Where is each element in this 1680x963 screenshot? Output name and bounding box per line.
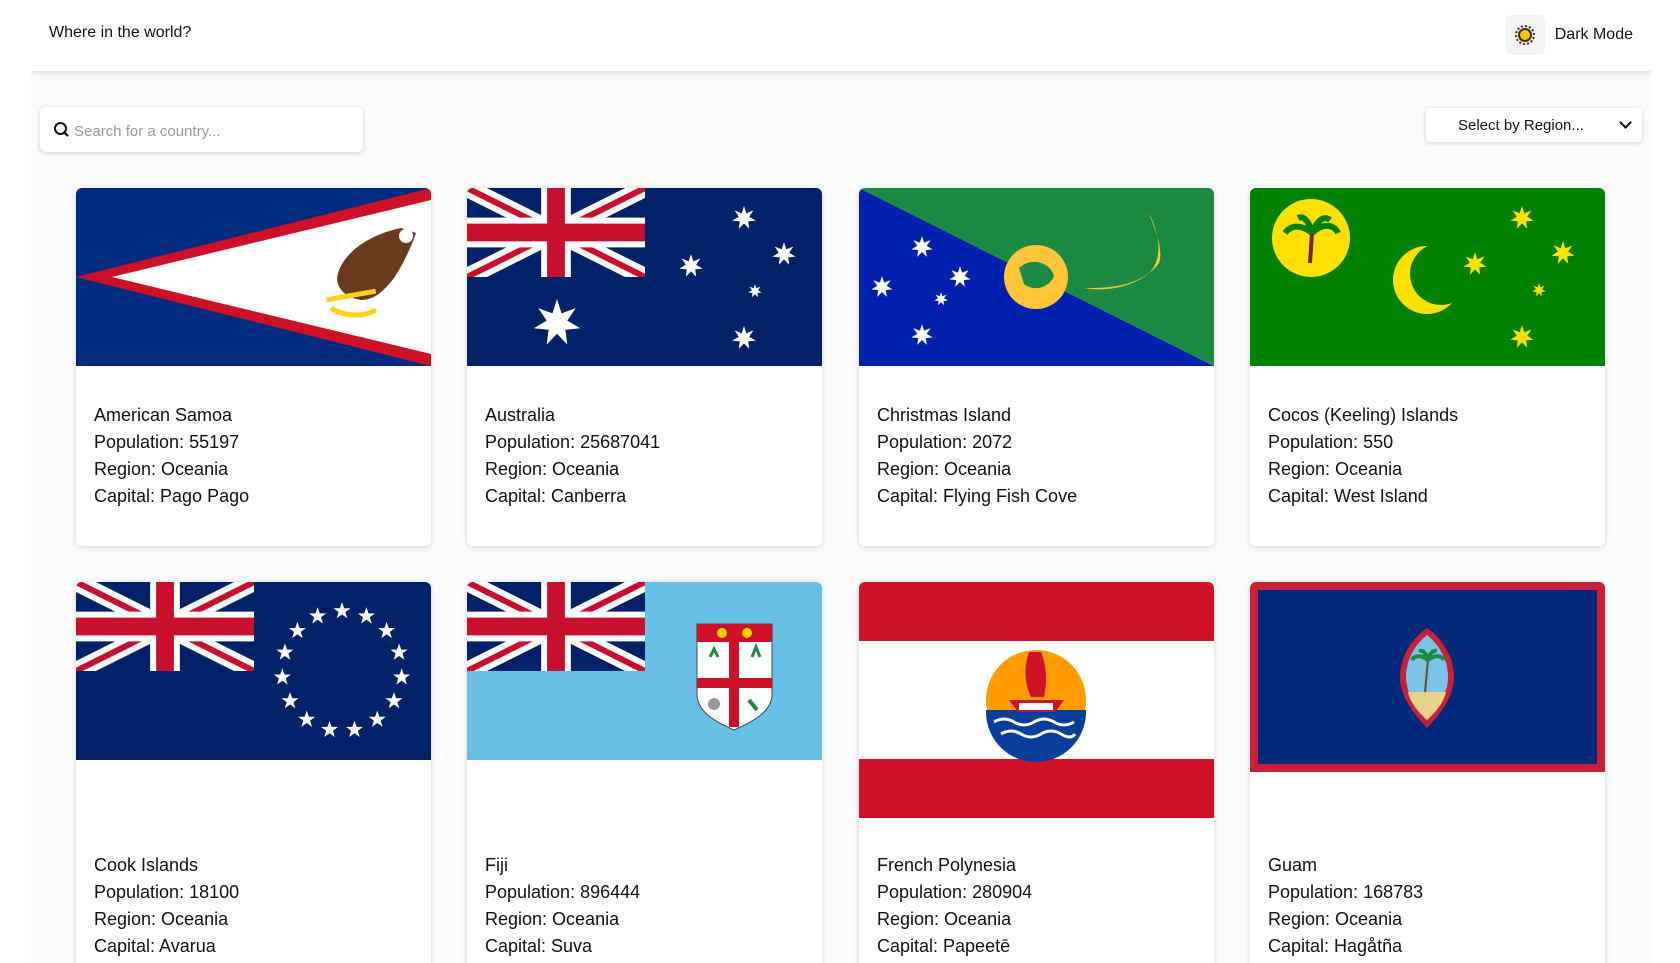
american-samoa-flag xyxy=(76,188,431,366)
country-info: Fiji Population: 896444 Region: Oceania … xyxy=(485,852,640,960)
country-region: Region: Oceania xyxy=(485,909,620,929)
country-population: Population: 2072 xyxy=(877,432,1013,452)
country-card[interactable]: Australia Population: 25687041 Region: O… xyxy=(467,188,822,546)
country-capital: Capital: Papeetē xyxy=(877,936,1011,956)
top-bar: Where in the world? Dark Mode xyxy=(31,0,1651,71)
country-info: American Samoa Population: 55197 Region:… xyxy=(94,402,249,510)
chevron-down-icon xyxy=(1619,116,1632,129)
country-card[interactable]: Fiji Population: 896444 Region: Oceania … xyxy=(467,582,822,963)
country-region: Region: Oceania xyxy=(485,459,620,479)
country-capital: Capital: Hagåtña xyxy=(1268,936,1403,956)
christmas-island-flag xyxy=(859,188,1214,366)
country-info: French Polynesia Population: 280904 Regi… xyxy=(877,852,1032,960)
country-region: Region: Oceania xyxy=(877,909,1012,929)
country-name: French Polynesia xyxy=(877,855,1017,875)
country-region: Region: Oceania xyxy=(1268,459,1403,479)
country-name: Fiji xyxy=(485,855,508,875)
country-capital: Capital: Suva xyxy=(485,936,593,956)
country-info: Cocos (Keeling) Islands Population: 550 … xyxy=(1268,402,1458,510)
search-box xyxy=(40,107,363,152)
guam-flag xyxy=(1250,582,1605,772)
country-name: Australia xyxy=(485,405,556,425)
country-info: Australia Population: 25687041 Region: O… xyxy=(485,402,660,510)
country-card[interactable]: French Polynesia Population: 280904 Regi… xyxy=(859,582,1214,963)
search-input[interactable] xyxy=(72,119,356,143)
country-name: American Samoa xyxy=(94,405,233,425)
country-info: Christmas Island Population: 2072 Region… xyxy=(877,402,1077,510)
country-capital: Capital: Avarua xyxy=(94,936,216,956)
country-region: Region: Oceania xyxy=(94,459,229,479)
dark-mode-toggle[interactable]: Dark Mode xyxy=(1504,15,1633,55)
country-info: Cook Islands Population: 18100 Region: O… xyxy=(94,852,239,960)
country-capital: Capital: West Island xyxy=(1268,486,1428,506)
country-population: Population: 168783 xyxy=(1268,882,1424,902)
country-name: Guam xyxy=(1268,855,1318,875)
fiji-flag xyxy=(467,582,822,760)
country-region: Region: Oceania xyxy=(1268,909,1403,929)
country-population: Population: 18100 xyxy=(94,882,240,902)
country-capital: Capital: Flying Fish Cove xyxy=(877,486,1078,506)
country-card[interactable]: American Samoa Population: 55197 Region:… xyxy=(76,188,431,546)
dark-mode-label: Dark Mode xyxy=(1554,26,1633,43)
country-population: Population: 280904 xyxy=(877,882,1033,902)
region-select-label: Select by Region... xyxy=(1458,117,1584,134)
sun-icon xyxy=(1504,15,1545,55)
cocos-islands-flag xyxy=(1250,188,1605,366)
country-card[interactable]: Guam Population: 168783 Region: Oceania … xyxy=(1250,582,1605,963)
country-name: Cook Islands xyxy=(94,855,199,875)
country-info: Guam Population: 168783 Region: Oceania … xyxy=(1268,852,1423,960)
region-select[interactable]: Select by Region... xyxy=(1426,108,1642,142)
country-population: Population: 25687041 xyxy=(485,432,661,452)
country-population: Population: 550 xyxy=(1268,432,1394,452)
country-region: Region: Oceania xyxy=(94,909,229,929)
australia-flag xyxy=(467,188,822,366)
cook-islands-flag xyxy=(76,582,431,760)
country-region: Region: Oceania xyxy=(877,459,1012,479)
french-polynesia-flag xyxy=(859,582,1214,818)
app-title: Where in the world? xyxy=(49,24,192,41)
country-population: Population: 55197 xyxy=(94,432,240,452)
search-icon xyxy=(54,122,67,135)
country-card[interactable]: Christmas Island Population: 2072 Region… xyxy=(859,188,1214,546)
country-name: Cocos (Keeling) Islands xyxy=(1268,405,1459,425)
country-capital: Capital: Canberra xyxy=(485,486,627,506)
country-name: Christmas Island xyxy=(877,405,1012,425)
country-population: Population: 896444 xyxy=(485,882,641,902)
app-container: Where in the world? Dark Mode Select by … xyxy=(31,0,1651,963)
country-card[interactable]: Cocos (Keeling) Islands Population: 550 … xyxy=(1250,188,1605,546)
country-capital: Capital: Pago Pago xyxy=(94,486,250,506)
country-card[interactable]: Cook Islands Population: 18100 Region: O… xyxy=(76,582,431,963)
